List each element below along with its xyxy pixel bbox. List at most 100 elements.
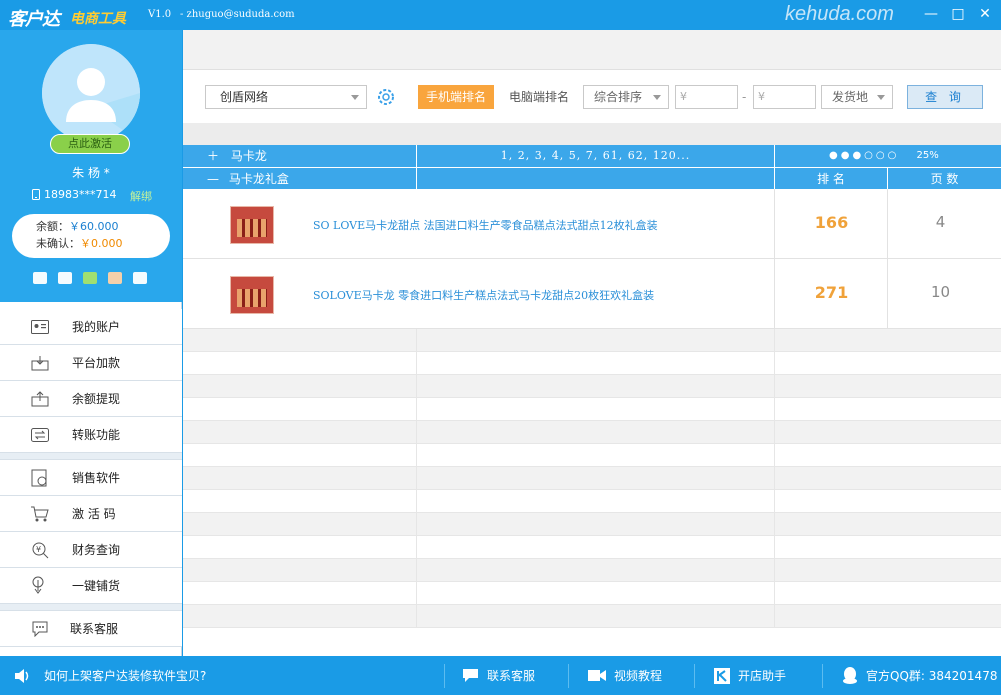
withdraw-icon bbox=[30, 389, 50, 409]
maximize-button[interactable]: □ bbox=[947, 4, 969, 24]
empty-row bbox=[183, 352, 1001, 375]
balance-label: 余额： bbox=[36, 220, 69, 233]
expand-icon[interactable]: ＋ bbox=[207, 149, 219, 163]
progress-percent: 25% bbox=[916, 150, 939, 161]
username: 朱 杨 * bbox=[72, 166, 110, 180]
product-title-link[interactable]: SOLOVE马卡龙 零食进口料生产糕点法式马卡龙甜点20枚狂欢礼盒装 bbox=[313, 287, 654, 303]
keyword-row[interactable]: — 马卡龙礼盒 排 名 页 数 bbox=[183, 167, 1001, 189]
menu-activation-code[interactable]: 激 活 码 bbox=[0, 496, 182, 532]
bottom-video-link[interactable]: 视频教程 bbox=[588, 656, 662, 695]
menu-my-account[interactable]: 我的账户 bbox=[0, 309, 182, 345]
profile-panel: 点此激活 朱 杨 * 18983***714 解绑 余额：￥60.000 未确认… bbox=[0, 30, 182, 302]
price-max-input[interactable]: ¥ bbox=[753, 85, 816, 109]
menu-customer-service[interactable]: 联系客服 bbox=[0, 611, 182, 647]
site-watermark: kehuda.com bbox=[785, 3, 894, 25]
table-row[interactable]: SOLOVE马卡龙 零食进口料生产糕点法式马卡龙甜点20枚狂欢礼盒装 271 1… bbox=[183, 259, 1001, 329]
balance-box: 余额：￥60.000 未确认：￥0.000 bbox=[12, 214, 170, 258]
product-title-link[interactable]: SO LOVE马卡龙甜点 法国进口料生产零食品糕点法式甜点12枚礼盒装 bbox=[313, 217, 658, 233]
menu-withdraw[interactable]: 余额提现 bbox=[0, 381, 182, 417]
service-label: 联系客服 bbox=[487, 669, 536, 683]
keyword-progress: ●●●○○○ 25% bbox=[775, 145, 1001, 167]
shop-icon[interactable] bbox=[108, 272, 122, 284]
bottom-assistant-link[interactable]: 开店助手 bbox=[714, 656, 786, 695]
card-icon[interactable] bbox=[33, 272, 47, 284]
menu-separator bbox=[0, 604, 182, 611]
menu-separator bbox=[0, 453, 182, 460]
account-email: - zhuguo@sududa.com bbox=[180, 9, 295, 20]
empty-row bbox=[183, 329, 1001, 352]
menu-label: 余额提现 bbox=[72, 392, 121, 406]
rank-cell: 271 bbox=[775, 259, 888, 328]
separator-band bbox=[183, 123, 1001, 145]
product-cell: SO LOVE马卡龙甜点 法国进口料生产零食品糕点法式甜点12枚礼盒装 bbox=[183, 189, 775, 258]
assistant-label: 开店助手 bbox=[738, 669, 787, 683]
security-icon[interactable] bbox=[83, 272, 97, 284]
chat-bubble-icon bbox=[463, 669, 478, 682]
user-silhouette-icon bbox=[42, 44, 140, 142]
finance-search-icon: ¥ bbox=[30, 540, 50, 560]
menu-label: 激 活 码 bbox=[72, 507, 116, 521]
shop-select-value: 创盾网络 bbox=[220, 90, 269, 104]
menu-deposit[interactable]: 平台加款 bbox=[0, 345, 182, 381]
product-thumbnail[interactable] bbox=[230, 276, 274, 314]
bottom-service-link[interactable]: 联系客服 bbox=[462, 656, 535, 695]
quick-icon-bar bbox=[33, 272, 147, 284]
menu-label: 转账功能 bbox=[72, 428, 121, 442]
empty-row bbox=[183, 559, 1001, 582]
empty-row bbox=[183, 444, 1001, 467]
menu-transfer[interactable]: 转账功能 bbox=[0, 417, 182, 453]
bottom-bar: 如何上架客户达装修软件宝贝? 联系客服 视频教程 开店助手 官方QQ群: 384… bbox=[0, 656, 1001, 695]
activate-button[interactable]: 点此激活 bbox=[50, 134, 130, 154]
minimize-button[interactable]: — bbox=[920, 4, 942, 24]
phone-number: 18983***714 bbox=[44, 188, 117, 201]
rank-table: ＋ 马卡龙 1, 2, 3, 4, 5, 7, 61, 62, 120... ●… bbox=[183, 145, 1001, 628]
keyword-cell: — 马卡龙礼盒 bbox=[183, 168, 417, 189]
product-thumbnail[interactable] bbox=[230, 206, 274, 244]
keyword-row[interactable]: ＋ 马卡龙 1, 2, 3, 4, 5, 7, 61, 62, 120... ●… bbox=[183, 145, 1001, 167]
menu-label: 我的账户 bbox=[72, 320, 121, 334]
tip-text: 如何上架客户达装修软件宝贝? bbox=[44, 669, 207, 683]
menu-label: 一键铺货 bbox=[72, 579, 121, 593]
assistant-k-icon bbox=[714, 667, 730, 684]
balance-value: ￥60.000 bbox=[69, 220, 119, 233]
svg-text:¥: ¥ bbox=[36, 545, 41, 554]
keyword-pages: 1, 2, 3, 4, 5, 7, 61, 62, 120... bbox=[417, 145, 775, 167]
ship-from-select[interactable]: 发货地 bbox=[821, 85, 893, 109]
unbind-link[interactable]: 解绑 bbox=[130, 188, 152, 204]
price-min-input[interactable]: ¥ bbox=[675, 85, 738, 109]
empty-row bbox=[183, 398, 1001, 421]
invoice-icon[interactable] bbox=[58, 272, 72, 284]
bottom-qq-group[interactable]: 官方QQ群: 384201478 bbox=[842, 656, 997, 695]
divider bbox=[694, 664, 695, 688]
menu-one-click[interactable]: 一键铺货 bbox=[0, 568, 182, 604]
sort-select[interactable]: 综合排序 bbox=[583, 85, 669, 109]
progress-dots: ●●●○○○ bbox=[829, 150, 900, 161]
top-strip bbox=[183, 30, 1001, 70]
avatar[interactable] bbox=[42, 44, 140, 142]
close-button[interactable]: ✕ bbox=[974, 4, 996, 24]
video-label: 视频教程 bbox=[614, 669, 663, 683]
empty-row bbox=[183, 605, 1001, 628]
mail-icon[interactable] bbox=[133, 272, 147, 284]
tab-pc-rank[interactable]: 电脑端排名 bbox=[509, 85, 569, 109]
keyword-cell: ＋ 马卡龙 bbox=[183, 145, 417, 167]
menu-sell-software[interactable]: 销售软件 bbox=[0, 460, 182, 496]
menu-finance-query[interactable]: ¥ 财务查询 bbox=[0, 532, 182, 568]
transfer-icon bbox=[30, 425, 50, 445]
tab-mobile-rank[interactable]: 手机端排名 bbox=[418, 85, 494, 109]
account-card-icon bbox=[30, 317, 50, 337]
app-version: V1.0 bbox=[148, 9, 172, 20]
rank-column-header: 排 名 bbox=[775, 168, 888, 189]
divider bbox=[568, 664, 569, 688]
table-row[interactable]: SO LOVE马卡龙甜点 法国进口料生产零食品糕点法式甜点12枚礼盒装 166 … bbox=[183, 189, 1001, 259]
gear-icon[interactable] bbox=[376, 87, 396, 107]
shop-select[interactable]: 创盾网络 bbox=[205, 85, 367, 109]
app-logo: 客户达 bbox=[8, 9, 60, 30]
empty-row bbox=[183, 490, 1001, 513]
query-button[interactable]: 查 询 bbox=[907, 85, 983, 109]
rank-value: 271 bbox=[814, 283, 849, 302]
menu-label: 平台加款 bbox=[72, 356, 121, 370]
tip-link[interactable]: 如何上架客户达装修软件宝贝? bbox=[14, 656, 206, 695]
page-cell: 4 bbox=[888, 189, 1001, 258]
collapse-icon[interactable]: — bbox=[207, 172, 219, 186]
